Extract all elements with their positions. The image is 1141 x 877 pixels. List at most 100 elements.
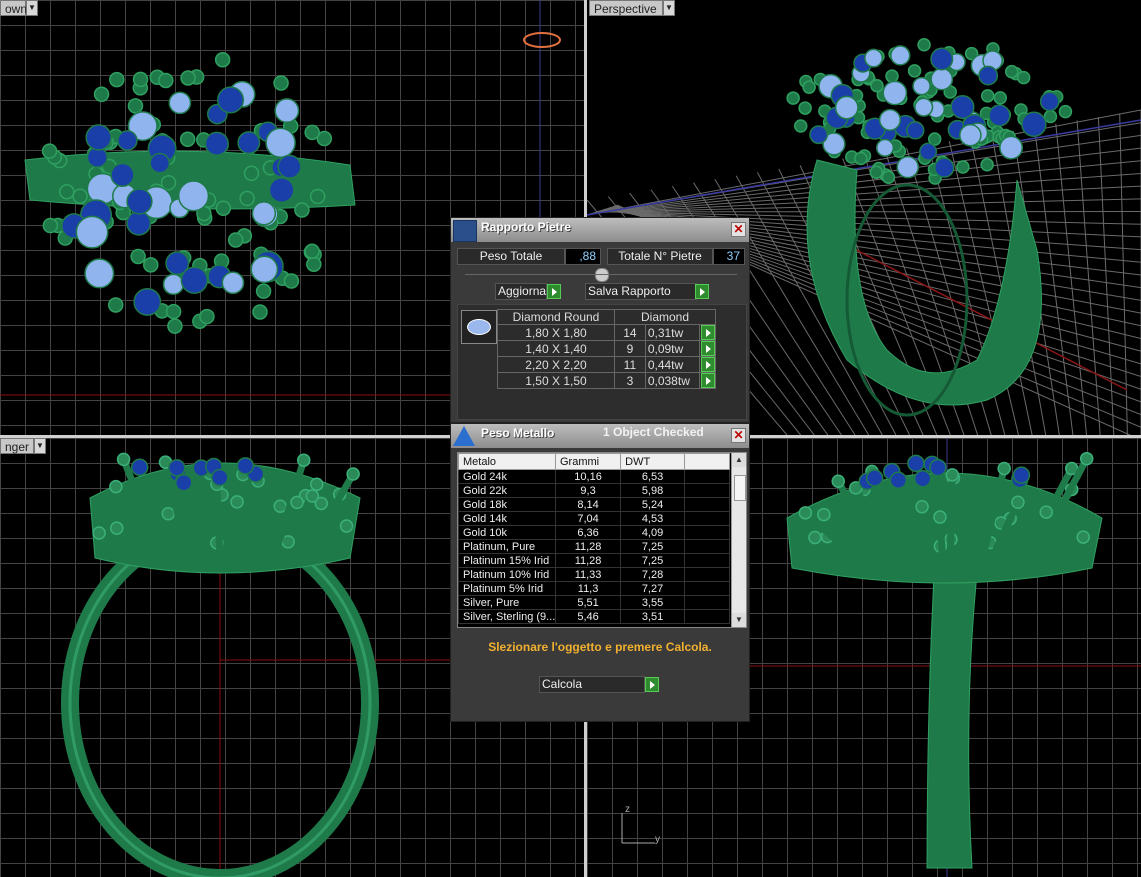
- metal-row[interactable]: Gold 10k 6,36 4,09: [458, 525, 731, 540]
- axis-z-label: z: [625, 804, 630, 815]
- metal-grams: 5,51: [554, 595, 622, 610]
- metal-dwt: 6,53: [620, 469, 685, 484]
- metal-row[interactable]: Gold 18k 8,14 5,24: [458, 497, 731, 512]
- stone-count: 11: [614, 356, 646, 373]
- metal-name: Platinum, Pure: [458, 539, 556, 554]
- total-weight-label: Peso Totale: [457, 248, 565, 265]
- metal-row[interactable]: Gold 14k 7,04 4,53: [458, 511, 731, 526]
- update-button[interactable]: Aggiorna: [495, 283, 547, 300]
- metal-row[interactable]: Platinum 15% Irid 11,28 7,25: [458, 553, 731, 568]
- stone-weight: 0,09tw: [644, 340, 701, 357]
- viewport-menu-arrow[interactable]: ▼: [34, 438, 46, 454]
- diamond-report-icon: [453, 220, 477, 242]
- stone-size: 1,80 X 1,80: [497, 324, 615, 341]
- stone-weight: 0,44tw: [644, 356, 701, 373]
- metal-dwt: 7,28: [620, 567, 685, 582]
- metal-grams: 9,3: [554, 483, 622, 498]
- stone-report-panel: Rapporto Pietre ✕ Peso Totale ,88 Totale…: [450, 217, 750, 423]
- update-go-icon[interactable]: [547, 284, 561, 299]
- metal-grams: 6,36: [554, 525, 622, 540]
- metal-name: Silver, Sterling (9...: [458, 609, 556, 624]
- metal-dwt: 4,53: [620, 511, 685, 526]
- metal-grams: 11,3: [554, 581, 622, 596]
- calc-go-icon[interactable]: [645, 677, 659, 692]
- metal-dwt: 5,98: [620, 483, 685, 498]
- stone-row-go-icon[interactable]: [699, 324, 716, 341]
- metal-list[interactable]: Metalo Grammi DWT Gold 24k 10,16 6,53 Gold …: [457, 452, 747, 628]
- metal-weight-panel: Peso Metallo 1 Object Checked ✕ Metalo G…: [450, 423, 750, 722]
- metal-name: Platinum 10% Irid: [458, 567, 556, 582]
- stone-size: 1,50 X 1,50: [497, 372, 615, 389]
- axis-y-label: y: [655, 834, 660, 845]
- stone-count: 3: [614, 372, 646, 389]
- metal-name: Gold 22k: [458, 483, 556, 498]
- divider: [465, 274, 737, 275]
- close-icon[interactable]: ✕: [731, 428, 746, 443]
- stone-weight: 0,038tw: [644, 372, 701, 389]
- metal-grams: 7,04: [554, 511, 622, 526]
- metal-grams: 11,28: [554, 553, 622, 568]
- stone-row: 1,40 X 1,40 9 0,09tw: [497, 340, 716, 357]
- metal-weight-title: Peso Metallo: [481, 426, 555, 440]
- flask-icon: [453, 426, 475, 446]
- diamond-round-icon: [461, 310, 497, 344]
- total-stones-label: Totale N° Pietre: [607, 248, 713, 265]
- scroll-down-icon[interactable]: ▼: [732, 613, 746, 627]
- metal-row[interactable]: Platinum 10% Irid 11,33 7,28: [458, 567, 731, 582]
- stone-count: 9: [614, 340, 646, 357]
- metal-name: Gold 18k: [458, 497, 556, 512]
- close-icon[interactable]: ✕: [731, 222, 746, 237]
- stone-size: 2,20 X 2,20: [497, 356, 615, 373]
- stone-table: Diamond Round Diamond 1,80 X 1,80 14 0,31t…: [497, 309, 716, 389]
- metal-dwt: 7,25: [620, 539, 685, 554]
- metal-grams: 10,16: [554, 469, 622, 484]
- metal-dwt: 7,27: [620, 581, 685, 596]
- metal-row[interactable]: Silver, Pure 5,51 3,55: [458, 595, 731, 610]
- stone-row: 2,20 X 2,20 11 0,44tw: [497, 356, 716, 373]
- stone-count: 14: [614, 324, 646, 341]
- metal-dwt: 3,51: [620, 609, 685, 624]
- calc-button[interactable]: Calcola: [539, 676, 645, 693]
- viewport-menu-arrow[interactable]: ▼: [26, 0, 38, 16]
- column-header: Diamond Round: [497, 309, 615, 325]
- metal-weight-titlebar[interactable]: Peso Metallo 1 Object Checked ✕: [451, 424, 749, 448]
- metal-grams: 5,46: [554, 609, 622, 624]
- column-header: Diamond: [614, 309, 716, 325]
- metal-name: Gold 10k: [458, 525, 556, 540]
- collapse-toggle-icon[interactable]: [595, 268, 609, 282]
- column-header[interactable]: Metalo: [458, 453, 556, 470]
- scroll-up-icon[interactable]: ▲: [732, 453, 746, 467]
- metal-grams: 8,14: [554, 497, 622, 512]
- stone-row: 1,50 X 1,50 3 0,038tw: [497, 372, 716, 389]
- objects-checked-status: 1 Object Checked: [603, 425, 704, 439]
- instruction-text: Slezionare l'oggetto e premere Calcola.: [488, 640, 712, 654]
- viewport-label-top[interactable]: own: [0, 0, 27, 16]
- viewport-label-perspective[interactable]: Perspective: [589, 0, 663, 16]
- stone-row-go-icon[interactable]: [699, 340, 716, 357]
- stone-report-titlebar[interactable]: Rapporto Pietre ✕: [451, 218, 749, 242]
- metal-dwt: 4,09: [620, 525, 685, 540]
- metal-row[interactable]: Gold 24k 10,16 6,53: [458, 469, 731, 484]
- metal-name: Gold 14k: [458, 511, 556, 526]
- metal-grams: 11,33: [554, 567, 622, 582]
- metal-row[interactable]: Platinum 5% Irid 11,3 7,27: [458, 581, 731, 596]
- metal-grams: 11,28: [554, 539, 622, 554]
- scroll-thumb[interactable]: [734, 475, 746, 501]
- save-report-button[interactable]: Salva Rapporto: [585, 283, 697, 300]
- metal-row[interactable]: Silver, Sterling (9... 5,46 3,51: [458, 609, 731, 624]
- viewport-menu-arrow[interactable]: ▼: [663, 0, 675, 16]
- stone-row: 1,80 X 1,80 14 0,31tw: [497, 324, 716, 341]
- column-header[interactable]: DWT: [620, 453, 685, 470]
- metal-dwt: 3,55: [620, 595, 685, 610]
- metal-row[interactable]: Platinum, Pure 11,28 7,25: [458, 539, 731, 554]
- stone-row-go-icon[interactable]: [699, 372, 716, 389]
- metal-dwt: 7,25: [620, 553, 685, 568]
- metal-name: Gold 24k: [458, 469, 556, 484]
- metal-row[interactable]: Gold 22k 9,3 5,98: [458, 483, 731, 498]
- save-report-go-icon[interactable]: [695, 284, 709, 299]
- viewport-label-front[interactable]: nger: [0, 438, 34, 454]
- metal-list-scrollbar[interactable]: ▲ ▼: [731, 453, 746, 627]
- stone-row-go-icon[interactable]: [699, 356, 716, 373]
- metal-name: Platinum 15% Irid: [458, 553, 556, 568]
- column-header[interactable]: Grammi: [554, 453, 622, 470]
